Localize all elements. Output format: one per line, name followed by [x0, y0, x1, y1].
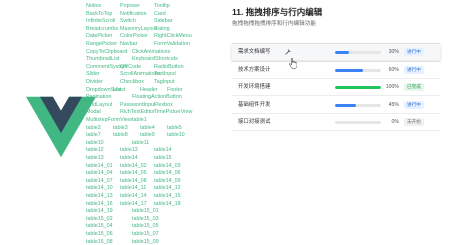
progress-label: 30%	[388, 49, 399, 55]
component-nav-list: Notice Popover Tooltip BackToTop Notificatio…	[86, 0, 206, 245]
progress-label: 100%	[385, 84, 399, 90]
nav-link[interactable]: table8	[113, 131, 128, 139]
progress-bar	[335, 103, 381, 107]
progress-label: 0%	[391, 119, 400, 125]
progress-bar	[335, 68, 381, 72]
drag-handle-icon[interactable]	[285, 49, 291, 55]
task-row[interactable]: 基础组件开发 45% 进行中	[232, 96, 440, 114]
nav-link[interactable]: TimePickerView	[154, 108, 192, 116]
task-name[interactable]: 基础组件开发	[238, 97, 270, 113]
status-badge: 进行中	[404, 48, 424, 56]
nav-link[interactable]: table15_09	[132, 238, 159, 245]
demo-subtitle: 拖拽拖拽拖拽排序和行内编辑功能	[232, 21, 316, 27]
task-name[interactable]: 接口对接测试	[238, 114, 270, 130]
progress-fill	[335, 68, 363, 72]
task-row[interactable]: 接口对接测试 0% 未开始	[232, 114, 440, 131]
nav-link[interactable]: table15_08	[86, 238, 113, 245]
task-row[interactable]: 技术方案设计 60% 进行中	[232, 61, 440, 79]
status-badge: 进行中	[404, 65, 424, 74]
task-table: 需求文档编写 30% 进行中 技术方案设计 60% 进行中 开发环境搭建 100% 已完成 基础组…	[232, 43, 440, 132]
status-badge: 未开始	[404, 118, 424, 126]
progress-fill	[335, 86, 381, 89]
progress-label: 60%	[388, 66, 399, 73]
progress-bar	[335, 121, 381, 124]
progress-bar	[335, 86, 381, 89]
task-row[interactable]: 需求文档编写 30% 进行中	[232, 44, 440, 61]
status-badge: 已完成	[404, 83, 424, 91]
drag-sort-demo: 11. 拖拽排序与行内编辑 拖拽拖拽拖拽排序和行内编辑功能 需求文档编写 30% 进…	[232, 0, 442, 245]
progress-bar	[335, 51, 381, 54]
progress-fill	[335, 103, 356, 107]
task-row[interactable]: 开发环境搭建 100% 已完成	[232, 79, 440, 96]
nav-link[interactable]: List	[113, 86, 121, 94]
progress-label: 45%	[388, 101, 399, 108]
task-name[interactable]: 开发环境搭建	[238, 79, 270, 95]
demo-title: 11. 拖拽排序与行内编辑	[232, 7, 323, 17]
nav-link[interactable]: table10	[167, 131, 185, 139]
task-name[interactable]: 需求文档编写	[238, 44, 270, 60]
status-badge: 进行中	[404, 100, 424, 109]
progress-fill	[335, 51, 349, 54]
task-name[interactable]: 技术方案设计	[238, 62, 270, 78]
